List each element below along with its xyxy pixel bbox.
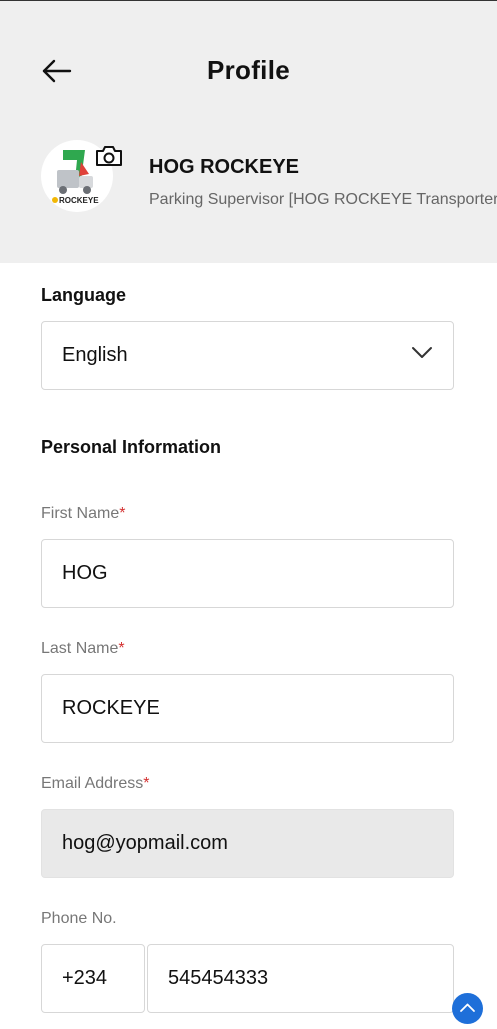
phone-code-field[interactable]	[41, 944, 145, 1013]
phone-number-input[interactable]	[148, 945, 453, 1012]
profile-name: HOG ROCKEYE	[149, 156, 300, 178]
chevron-up-icon	[460, 1003, 475, 1012]
email-field	[41, 809, 454, 878]
email-input	[42, 810, 453, 877]
required-mark: *	[119, 505, 126, 522]
first-name-field[interactable]	[41, 539, 454, 608]
first-name-input[interactable]	[42, 540, 453, 607]
camera-button[interactable]	[94, 144, 124, 168]
last-name-label: Last Name*	[41, 640, 125, 658]
email-label-text: Email Address	[41, 775, 144, 792]
phone-code-input[interactable]	[42, 945, 144, 1012]
first-name-label: First Name*	[41, 505, 125, 523]
last-name-label-text: Last Name	[41, 640, 119, 657]
last-name-field[interactable]	[41, 674, 454, 743]
phone-number-field[interactable]	[147, 944, 454, 1013]
logo-text: ROCKEYE	[59, 196, 99, 205]
required-mark: *	[143, 775, 150, 792]
personal-info-heading: Personal Information	[41, 437, 222, 457]
page-title: Profile	[206, 55, 290, 85]
scroll-to-top-button[interactable]	[452, 993, 483, 1024]
profile-role: Parking Supervisor [HOG ROCKEYE Transpor…	[149, 191, 497, 208]
language-label: Language	[41, 285, 127, 305]
profile-header: Profile ROCKEYE HOG ROCKEYE Parking Supe…	[0, 1, 497, 263]
phone-label: Phone No.	[41, 910, 117, 927]
language-selected-value: English	[62, 344, 128, 366]
avatar-container: ROCKEYE	[41, 140, 124, 220]
required-mark: *	[118, 640, 125, 657]
camera-icon	[96, 146, 122, 166]
language-select[interactable]: English	[41, 321, 454, 390]
last-name-input[interactable]	[42, 675, 453, 742]
chevron-down-icon	[412, 347, 432, 358]
email-label: Email Address*	[41, 775, 150, 793]
first-name-label-text: First Name	[41, 505, 120, 522]
